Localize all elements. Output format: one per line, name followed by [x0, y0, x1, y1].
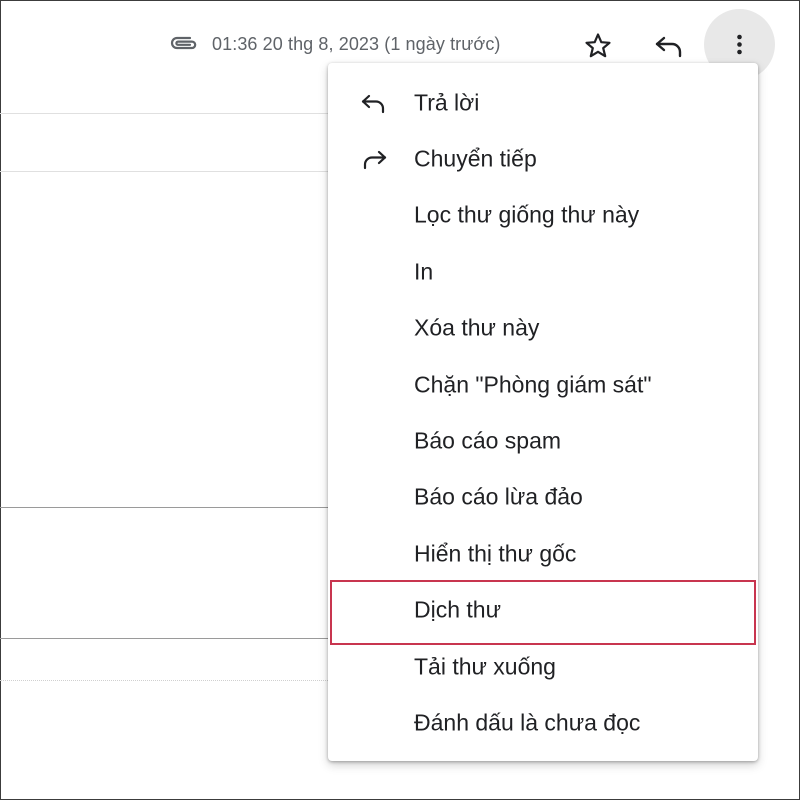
menu-item-label: Báo cáo spam [414, 427, 562, 454]
reply-icon [360, 91, 388, 115]
divider [0, 113, 330, 114]
menu-item-report-spam[interactable]: Báo cáo spam [328, 413, 758, 469]
menu-item-label: Hiển thị thư gốc [414, 540, 577, 567]
menu-item-report-phishing[interactable]: Báo cáo lừa đảo [328, 469, 758, 525]
menu-item-label: Tải thư xuống [414, 653, 556, 680]
menu-item-filter-similar[interactable]: Lọc thư giống thư này [328, 187, 758, 243]
paperclip-icon [168, 33, 200, 55]
message-timestamp: 01:36 20 thg 8, 2023 (1 ngày trước) [212, 34, 501, 54]
reply-button[interactable] [652, 30, 686, 62]
menu-item-label: Dịch thư [414, 596, 501, 623]
menu-item-reply[interactable]: Trả lời [328, 75, 758, 131]
menu-item-print[interactable]: In [328, 244, 758, 300]
reply-icon [655, 36, 682, 58]
menu-item-show-original[interactable]: Hiển thị thư gốc [328, 526, 758, 582]
star-outline-icon [585, 33, 611, 58]
menu-item-mark-unread[interactable]: Đánh dấu là chưa đọc [328, 695, 758, 751]
divider [0, 638, 330, 639]
menu-item-delete[interactable]: Xóa thư này [328, 300, 758, 356]
more-vertical-icon [737, 34, 742, 55]
menu-item-label: Xóa thư này [414, 314, 540, 341]
menu-item-forward[interactable]: Chuyển tiếp [328, 131, 758, 187]
menu-item-block-sender[interactable]: Chặn "Phòng giám sát" [328, 357, 758, 413]
star-button[interactable] [582, 30, 614, 62]
menu-item-label: Đánh dấu là chưa đọc [414, 709, 641, 736]
divider [0, 171, 330, 172]
divider [0, 680, 330, 681]
menu-item-label: Báo cáo lừa đảo [414, 483, 583, 510]
menu-item-label: Chuyển tiếp [414, 145, 537, 172]
menu-item-label: In [414, 258, 434, 285]
menu-item-label: Lọc thư giống thư này [414, 201, 640, 228]
menu-item-download[interactable]: Tải thư xuống [328, 639, 758, 695]
message-options-menu: Trả lời Chuyển tiếp Lọc thư giống thư nà… [328, 63, 758, 761]
menu-item-label: Chặn "Phòng giám sát" [414, 371, 652, 398]
menu-item-translate[interactable]: Dịch thư [328, 582, 758, 638]
divider [0, 507, 330, 508]
forward-icon [360, 147, 388, 171]
menu-item-label: Trả lời [414, 89, 480, 116]
